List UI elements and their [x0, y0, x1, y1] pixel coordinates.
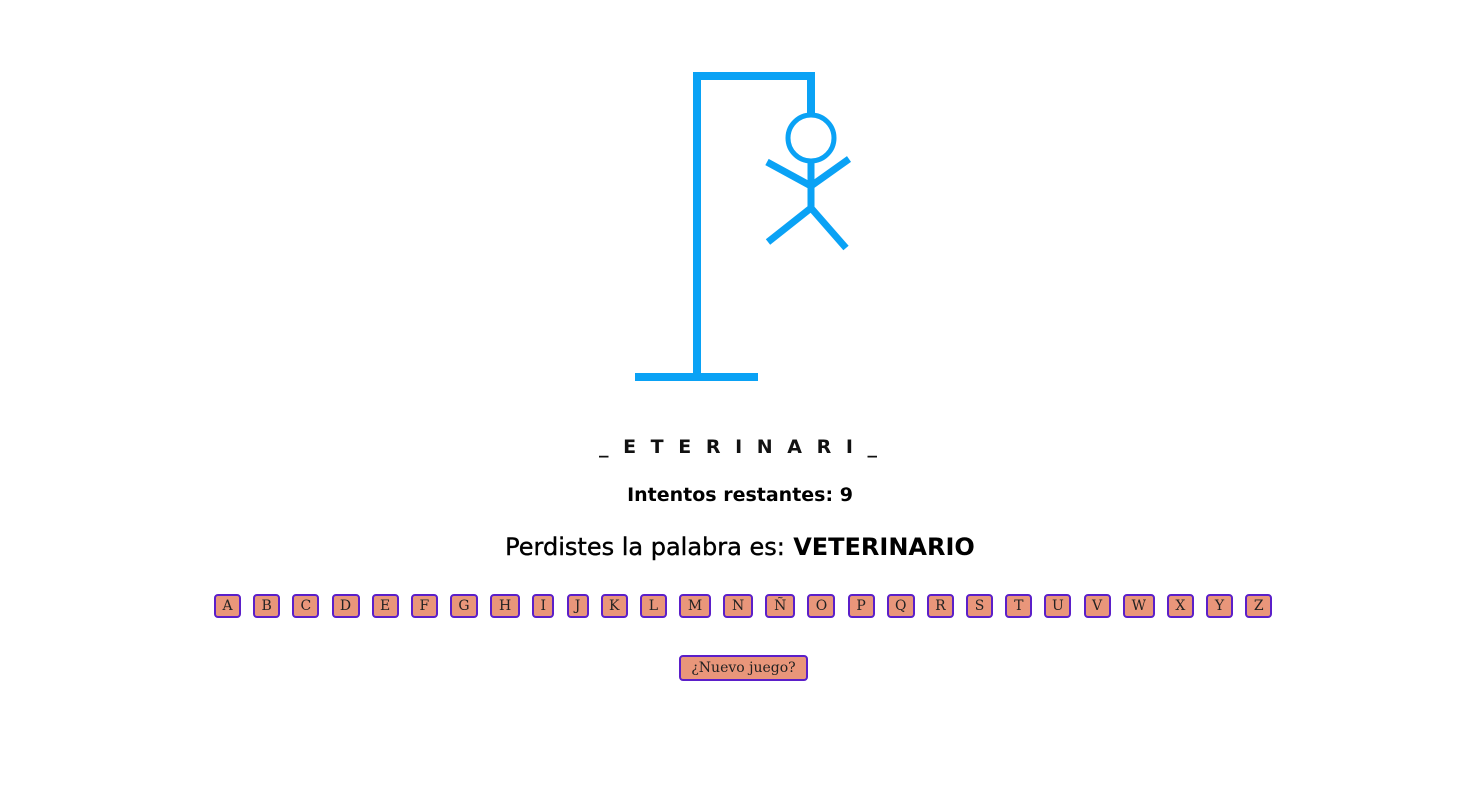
- letter-button-y[interactable]: Y: [1206, 594, 1234, 618]
- letter-button-e[interactable]: E: [371, 594, 399, 618]
- letter-button-q[interactable]: Q: [886, 594, 915, 618]
- letter-button-u[interactable]: U: [1044, 594, 1072, 618]
- letter-button-v[interactable]: V: [1083, 594, 1111, 618]
- lose-message: Perdistes la palabra es:: [505, 533, 785, 561]
- letter-button-c[interactable]: C: [292, 594, 320, 618]
- letter-button-z[interactable]: Z: [1245, 594, 1273, 618]
- letter-button-k[interactable]: K: [600, 594, 628, 618]
- hangman-left-leg: [765, 205, 814, 245]
- hangman-right-arm: [808, 156, 852, 189]
- new-game-button[interactable]: ¿Nuevo juego?: [679, 655, 808, 681]
- letter-button-b[interactable]: B: [253, 594, 281, 618]
- secret-word: VETERINARIO: [793, 533, 975, 561]
- letter-button-p[interactable]: P: [847, 594, 875, 618]
- letter-button-m[interactable]: M: [679, 594, 712, 618]
- letter-button-s[interactable]: S: [966, 594, 994, 618]
- result-message: Perdistes la palabra es: VETERINARIO: [0, 533, 1480, 561]
- letter-keyboard: ABCDEFGHIJKLMNÑOPQRSTUVWXYZ: [214, 594, 1274, 620]
- letter-button-o[interactable]: O: [807, 594, 836, 618]
- letter-button-x[interactable]: X: [1166, 594, 1194, 618]
- letter-button-t[interactable]: T: [1005, 594, 1033, 618]
- hangman-head: [785, 112, 837, 164]
- hangman-drawing: [635, 72, 852, 381]
- letter-button-w[interactable]: W: [1122, 594, 1155, 618]
- letter-button-l[interactable]: L: [639, 594, 667, 618]
- letter-button-g[interactable]: G: [449, 594, 478, 618]
- letter-button-f[interactable]: F: [410, 594, 438, 618]
- masked-word: _ E T E R I N A R I _: [598, 436, 882, 458]
- letter-button-r[interactable]: R: [926, 594, 954, 618]
- hangman-game: _ E T E R I N A R I _ Intentos restantes…: [0, 0, 1480, 806]
- letter-button-d[interactable]: D: [331, 594, 360, 618]
- letter-button-h[interactable]: H: [490, 594, 521, 618]
- hangman-left-arm: [765, 158, 813, 190]
- letter-button-i[interactable]: I: [532, 594, 555, 618]
- letter-button-ñ[interactable]: Ñ: [765, 594, 796, 618]
- attempts-remaining: Intentos restantes: 9: [627, 484, 853, 506]
- letter-button-n[interactable]: N: [723, 594, 754, 618]
- letter-button-a[interactable]: A: [214, 594, 241, 618]
- letter-button-j[interactable]: J: [566, 594, 589, 618]
- hangman-right-leg: [808, 205, 849, 251]
